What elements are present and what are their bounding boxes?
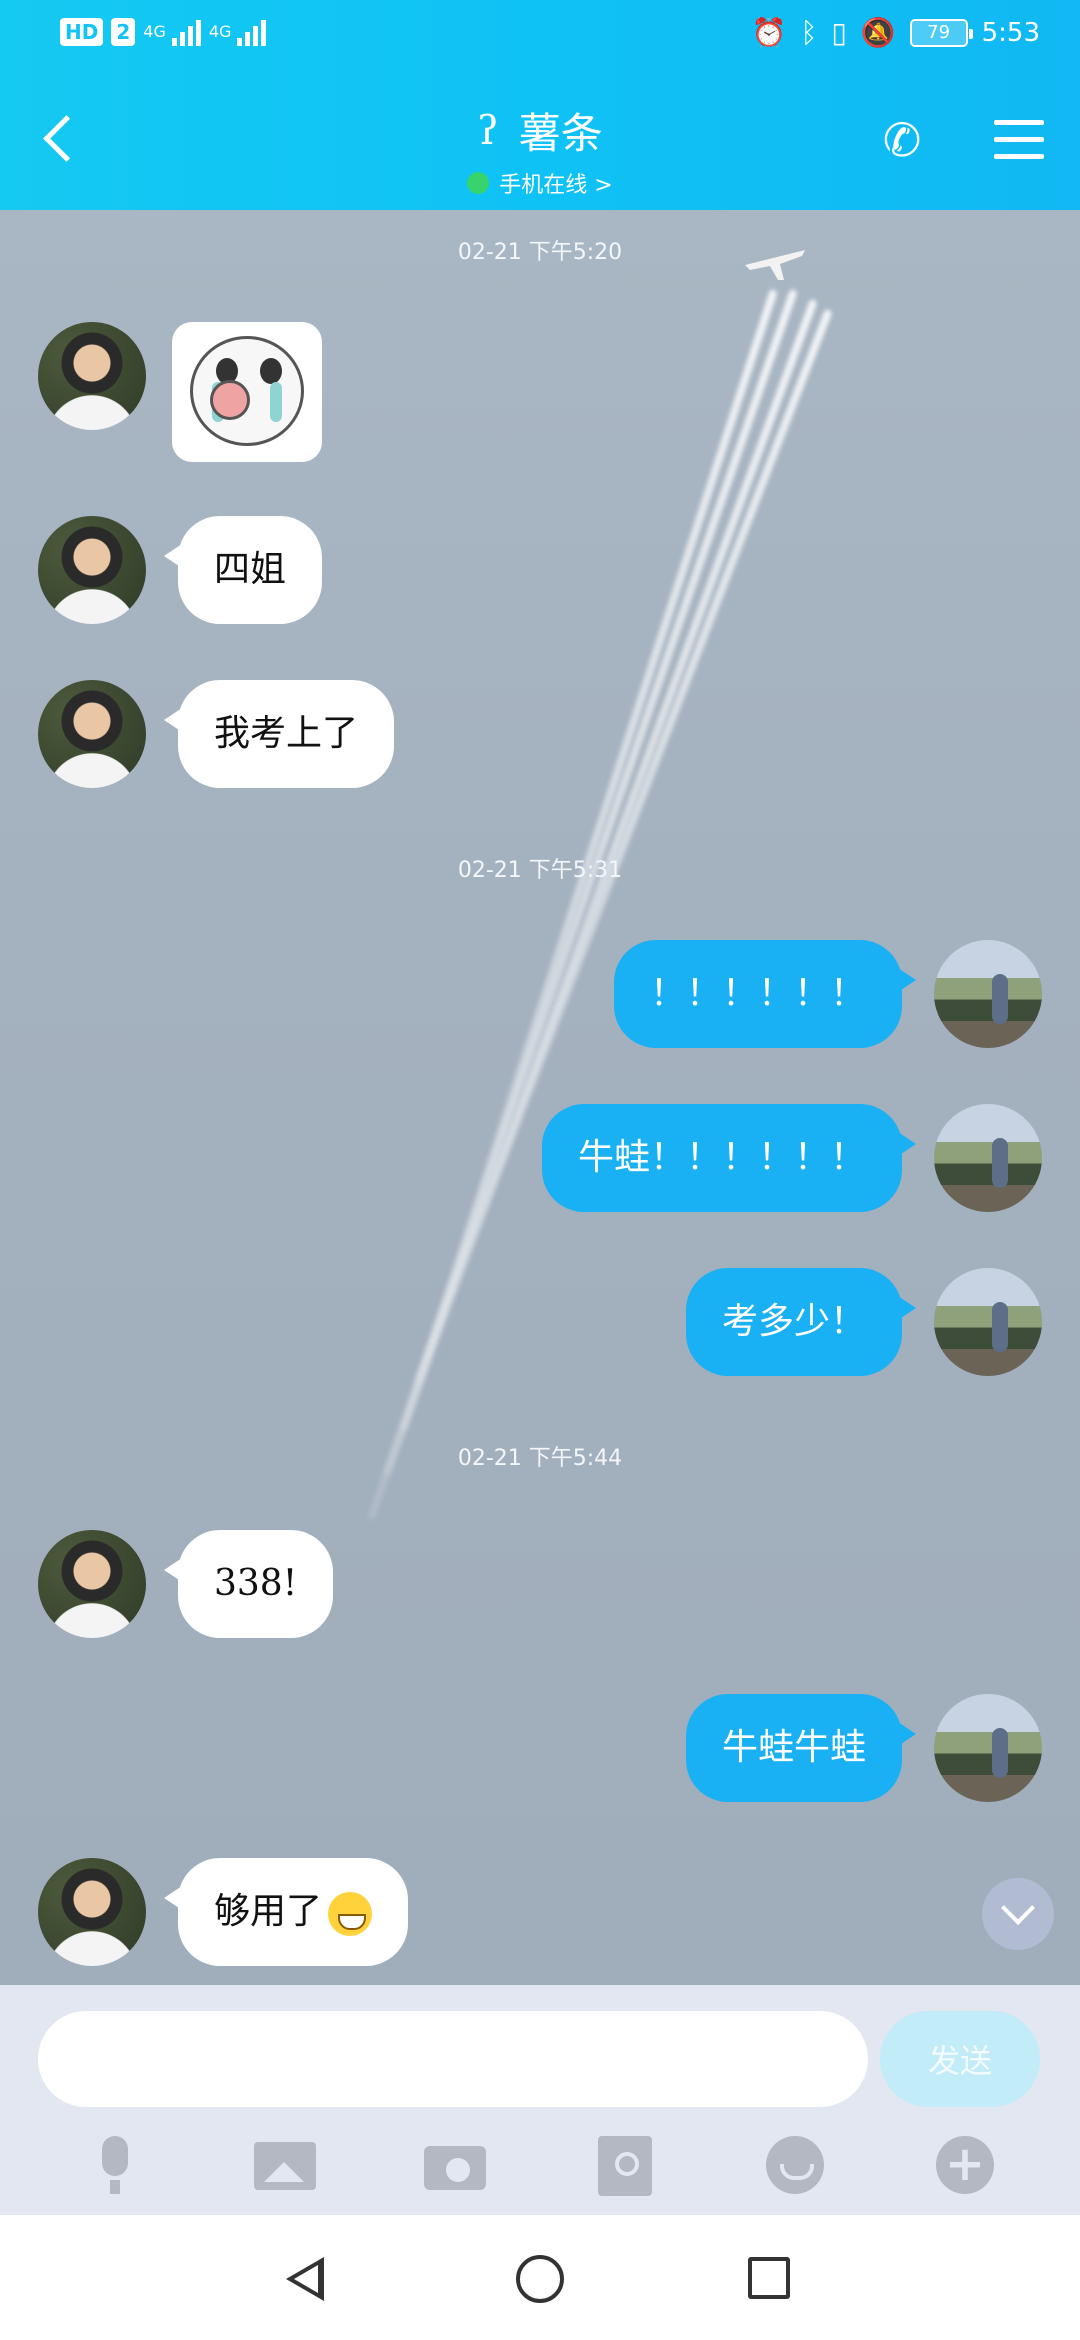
chat-message-list[interactable]: 02-21 下午5:20 四姐 我考上了 02-21 下午5:31 ！！！！！！…: [0, 210, 1080, 1985]
chat-header: HD 2 4G 4G ⏰ ᛒ ▯ 🔕 79 5:53 ʔ 薯条 手机在线 > ✆: [0, 0, 1080, 210]
bluetooth-icon: ᛒ: [800, 16, 818, 49]
message-text: 够用了: [214, 1891, 323, 1932]
input-area: 发送: [0, 1985, 1080, 2215]
mute-icon: 🔕: [860, 16, 896, 49]
message-bubble-outgoing[interactable]: 牛蛙！！！！！！: [541, 1104, 917, 1212]
my-avatar[interactable]: [934, 1694, 1042, 1802]
input-toolbar: [0, 2125, 1080, 2205]
online-status-text: 手机在线 >: [499, 173, 613, 198]
message-bubble-outgoing[interactable]: 考多少！: [685, 1268, 917, 1376]
ear-icon: ʔ: [477, 107, 499, 154]
signal-icon: [237, 18, 267, 46]
signal-icon: [171, 18, 201, 46]
vibrate-icon: ▯: [831, 16, 847, 49]
contact-name: 薯条: [518, 109, 603, 158]
nav-home-icon[interactable]: [516, 2255, 564, 2303]
clock: 5:53: [981, 18, 1040, 48]
message-timestamp: 02-21 下午5:44: [457, 1446, 623, 1471]
system-nav-bar: [0, 2215, 1080, 2340]
crying-sticker[interactable]: [172, 322, 322, 462]
message-bubble-incoming[interactable]: 够用了: [163, 1858, 409, 1966]
background-contrail: [413, 308, 833, 1386]
microphone-icon[interactable]: [82, 2132, 148, 2198]
contact-avatar[interactable]: [38, 1858, 146, 1966]
send-button[interactable]: 发送: [880, 2011, 1040, 2107]
emoji-icon[interactable]: [762, 2132, 828, 2198]
alarm-icon: ⏰: [751, 16, 787, 49]
message-bubble-incoming[interactable]: 四姐: [163, 516, 323, 624]
message-bubble-incoming[interactable]: 338!: [163, 1530, 334, 1638]
phone-icon[interactable]: ✆: [874, 112, 930, 168]
battery-icon: 79: [909, 19, 973, 47]
message-timestamp: 02-21 下午5:31: [457, 858, 623, 883]
my-avatar[interactable]: [934, 940, 1042, 1048]
contact-avatar[interactable]: [38, 1530, 146, 1638]
contact-avatar[interactable]: [38, 516, 146, 624]
plus-icon[interactable]: [932, 2132, 998, 2198]
camera-icon[interactable]: [422, 2132, 488, 2198]
contact-avatar[interactable]: [38, 322, 146, 430]
red-packet-icon[interactable]: [592, 2132, 658, 2198]
sim-badge: 2: [111, 18, 136, 46]
nav-recents-icon[interactable]: [748, 2257, 790, 2299]
scroll-to-bottom-button[interactable]: [982, 1878, 1054, 1950]
message-bubble-outgoing[interactable]: ！！！！！！: [613, 940, 917, 1048]
message-bubble-outgoing[interactable]: 牛蛙牛蛙: [685, 1694, 917, 1802]
nav-back-icon[interactable]: [282, 2255, 332, 2305]
my-avatar[interactable]: [934, 1268, 1042, 1376]
hd-badge: HD: [60, 18, 104, 46]
network-type-1: 4G: [143, 22, 166, 41]
status-bar: HD 2 4G 4G ⏰ ᛒ ▯ 🔕 79 5:53: [0, 0, 1080, 72]
message-timestamp: 02-21 下午5:20: [457, 240, 623, 265]
online-status-icon: [467, 172, 490, 194]
contact-avatar[interactable]: [38, 680, 146, 788]
message-input[interactable]: [38, 2011, 868, 2107]
grin-emoji-icon: [328, 1892, 373, 1936]
my-avatar[interactable]: [934, 1104, 1042, 1212]
menu-icon[interactable]: [994, 120, 1044, 164]
message-bubble-incoming[interactable]: 我考上了: [163, 680, 395, 788]
image-icon[interactable]: [252, 2132, 318, 2198]
network-type-2: 4G: [208, 22, 232, 41]
